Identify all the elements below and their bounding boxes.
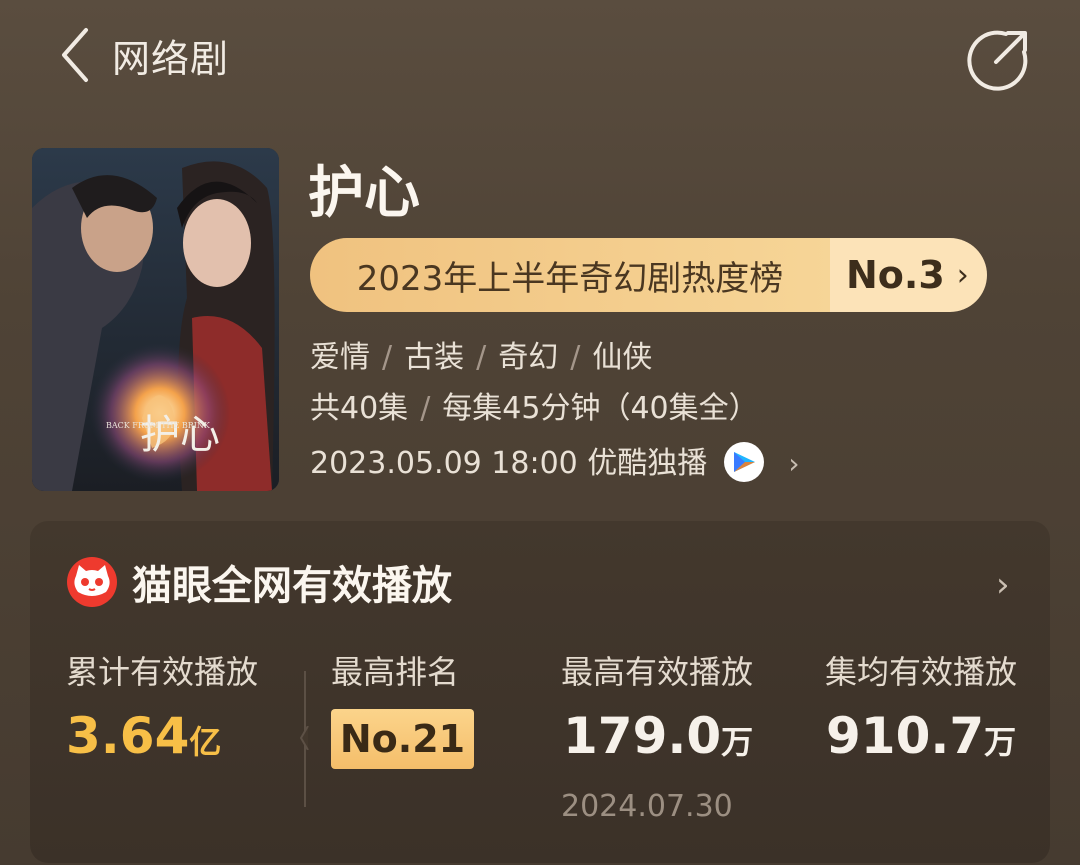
- page-title: 网络剧: [112, 37, 230, 81]
- youku-icon: [723, 441, 764, 482]
- release-platform-link[interactable]: 2023.05.09 18:00 优酷独播 ›: [310, 441, 800, 485]
- genre-tag[interactable]: 奇幻: [498, 340, 558, 375]
- best-rank-label: 最高排名: [331, 653, 460, 691]
- separator: /: [476, 340, 487, 375]
- chevron-right-icon: ›: [788, 447, 800, 480]
- release-info: 2023.05.09 18:00 优酷独播: [310, 446, 708, 481]
- genre-tag[interactable]: 仙侠: [592, 340, 652, 375]
- total-plays-label: 累计有效播放: [66, 653, 259, 691]
- heat-rank-position: No.3 ›: [830, 238, 987, 312]
- poster-title-text: 护心: [140, 412, 220, 458]
- chevron-right-icon: ›: [956, 257, 969, 293]
- heat-rank-banner[interactable]: 2023年上半年奇幻剧热度榜 No.3 ›: [310, 238, 987, 312]
- drama-detail-page: 网络剧 护心 BACK FROM THE BRINK 护心 2023年上半年奇幻…: [0, 0, 1080, 865]
- divider-notch: [299, 726, 309, 750]
- genre-tags: 爱情 / 古装 / 奇幻 / 仙侠: [310, 337, 652, 379]
- episode-info: 共40集 / 每集45分钟（40集全）: [310, 388, 759, 430]
- chevron-left-icon: [62, 28, 88, 82]
- total-plays-value: 3.64亿: [66, 707, 222, 765]
- best-rank-badge: No.21: [331, 709, 474, 769]
- separator: /: [570, 340, 581, 375]
- episode-length: 每集45分钟（40集全）: [442, 391, 759, 426]
- separator: /: [382, 340, 393, 375]
- drama-poster[interactable]: 护心 BACK FROM THE BRINK: [32, 148, 279, 491]
- peak-plays-date: 2024.07.30: [561, 789, 733, 824]
- peak-plays-value: 179.0万: [563, 707, 754, 765]
- maoyan-stats-card: 猫眼全网有效播放 › 累计有效播放 3.64亿 最高排名 No.21 最高有效播…: [30, 521, 1050, 863]
- avg-plays-label: 集均有效播放: [825, 653, 1018, 691]
- back-button[interactable]: [52, 24, 100, 86]
- stats-card-title: 猫眼全网有效播放: [132, 563, 452, 609]
- genre-tag[interactable]: 古装: [404, 340, 464, 375]
- maoyan-cat-icon: [67, 557, 117, 607]
- poster-english-text: BACK FROM THE BRINK: [106, 421, 211, 430]
- chevron-right-icon[interactable]: ›: [996, 565, 1010, 605]
- peak-plays-label: 最高有效播放: [561, 653, 754, 691]
- heat-rank-list-name: 2023年上半年奇幻剧热度榜: [310, 238, 830, 312]
- avg-plays-value: 910.7万: [826, 707, 1017, 765]
- separator: /: [420, 391, 431, 426]
- share-icon: [967, 30, 1028, 91]
- share-button[interactable]: [966, 26, 1032, 92]
- stats-card-header[interactable]: 猫眼全网有效播放: [66, 556, 452, 609]
- drama-title: 护心: [308, 161, 420, 226]
- genre-tag[interactable]: 爱情: [310, 340, 370, 375]
- heat-rank-number: No.3: [846, 253, 945, 297]
- episode-count: 共40集: [310, 391, 409, 426]
- poster-artwork: 护心 BACK FROM THE BRINK: [32, 148, 279, 491]
